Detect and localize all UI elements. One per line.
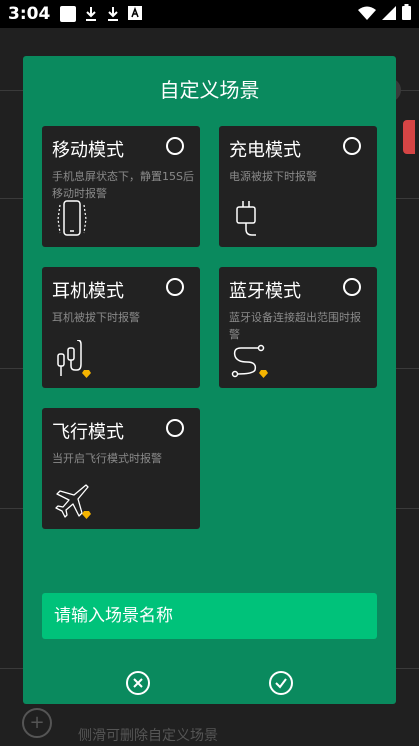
status-bar: 3:04 xyxy=(0,0,419,28)
download-icon xyxy=(84,6,98,22)
cancel-circle-icon[interactable] xyxy=(124,669,152,697)
scene-card-bluetooth[interactable]: 蓝牙模式 蓝牙设备连接超出范围时报警 xyxy=(219,267,377,388)
scene-card-desc: 手机息屏状态下，静置15S后移动时报警 xyxy=(52,170,194,200)
scene-card-move[interactable]: 移动模式 手机息屏状态下，静置15S后移动时报警 xyxy=(42,126,200,247)
scene-name-input[interactable] xyxy=(42,593,377,639)
premium-gem-icon xyxy=(259,370,268,378)
font-a-icon xyxy=(128,5,143,24)
scene-card-title: 飞行模式 xyxy=(52,422,124,443)
phone-vibrate-icon xyxy=(52,199,92,239)
scene-card-desc: 当开启飞行模式时报警 xyxy=(52,452,162,465)
scene-radio-move[interactable] xyxy=(166,137,184,155)
scene-card-title: 耳机模式 xyxy=(52,281,124,302)
scene-card-desc: 耳机被拔下时报警 xyxy=(52,311,140,324)
scene-radio-bluetooth[interactable] xyxy=(343,278,361,296)
scene-card-title: 移动模式 xyxy=(52,140,124,161)
scene-card-desc: 电源被拔下时报警 xyxy=(229,170,317,183)
scene-card-earphone[interactable]: 耳机模式 耳机被拔下时报警 xyxy=(42,267,200,388)
premium-gem-icon xyxy=(82,370,91,378)
status-notifications xyxy=(60,5,143,24)
scene-radio-charge[interactable] xyxy=(343,137,361,155)
confirm-circle-icon[interactable] xyxy=(267,669,295,697)
background-delete-tab xyxy=(403,120,415,154)
download-icon xyxy=(106,6,120,22)
status-time: 3:04 xyxy=(8,4,51,24)
dialog-title: 自定义场景 xyxy=(159,78,260,102)
scene-card-title: 充电模式 xyxy=(229,140,301,161)
signal-icon xyxy=(382,5,396,24)
scene-radio-earphone[interactable] xyxy=(166,278,184,296)
wifi-icon xyxy=(358,5,376,24)
scene-card-airplane[interactable]: 飞行模式 当开启飞行模式时报警 xyxy=(42,408,200,529)
custom-scene-dialog: 自定义场景 移动模式 手机息屏状态下，静置15S后移动时报警 充电模式 电源被拔… xyxy=(23,56,396,704)
scene-card-desc: 蓝牙设备连接超出范围时报警 xyxy=(229,311,361,341)
scene-radio-airplane[interactable] xyxy=(166,419,184,437)
battery-icon xyxy=(402,4,411,24)
premium-gem-icon xyxy=(82,511,91,519)
charger-plug-icon xyxy=(229,199,269,239)
scene-card-charge[interactable]: 充电模式 电源被拔下时报警 xyxy=(219,126,377,247)
scene-card-title: 蓝牙模式 xyxy=(229,281,301,302)
notification-square-icon xyxy=(60,6,77,22)
status-system-icons xyxy=(358,4,411,24)
swipe-delete-hint: 侧滑可删除自定义场景 xyxy=(78,728,218,744)
add-scene-button[interactable]: + xyxy=(22,708,52,738)
